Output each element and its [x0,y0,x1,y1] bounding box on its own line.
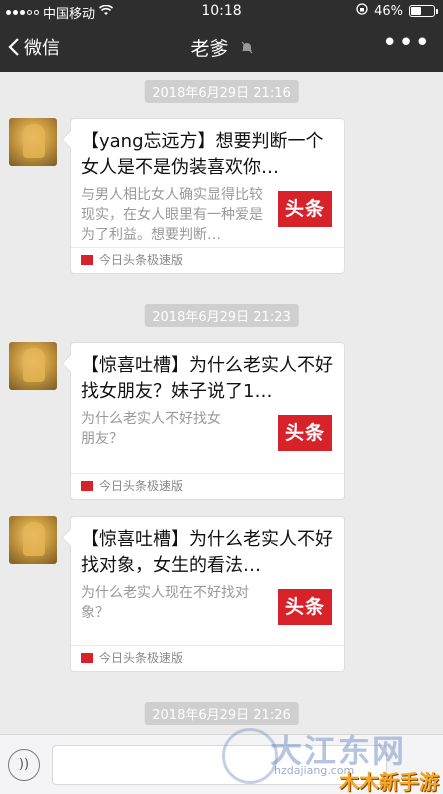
toutiao-logo: 头条 [278,589,332,625]
article-card[interactable]: 【惊喜吐槽】为什么老实人不好找对象，女生的看法… 为什么老实人现在不好找对象？ … [70,516,345,672]
article-source: 今日头条极速版 [71,645,344,671]
nav-bar: 微信 老爹 ••• [0,22,443,72]
avatar[interactable] [9,342,57,390]
toutiao-mini-icon [81,480,93,491]
mute-bell-icon [241,41,253,58]
article-source: 今日头条极速版 [71,473,344,499]
article-desc: 与男人相比女人确实显得比较现实，在女人眼里有一种爱是为了利益。想要判断… [81,187,263,243]
article-title: 【yang忘远方】想要判断一个女人是不是伪装喜欢你… [81,131,324,178]
article-title: 【惊喜吐槽】为什么老实人不好找对象，女生的看法… [81,529,333,576]
source-label: 今日头条极速版 [99,651,184,665]
avatar[interactable] [9,118,57,166]
status-bar: 中国移动 10:18 46% [0,0,443,22]
timestamp: 2018年6月29日 21:23 [144,304,299,327]
chat-area[interactable]: 2018年6月29日 21:16 【yang忘远方】想要判断一个女人是不是伪装喜… [0,72,443,734]
toutiao-mini-icon [81,652,93,663]
corner-watermark: 木木新手游 [339,770,439,794]
article-desc: 为什么老实人现在不好找对象？ [81,585,249,621]
chat-title: 老爹 [0,34,443,61]
article-card[interactable]: 【惊喜吐槽】为什么老实人不好找女朋友？妹子说了1… 为什么老实人不好找女朋友？ … [70,342,345,500]
article-desc: 为什么老实人不好找女朋友？ [81,411,221,447]
source-label: 今日头条极速版 [99,253,184,267]
battery-icon [409,5,438,17]
chat-title-text: 老爹 [190,38,229,60]
voice-icon: )) [18,757,30,772]
more-button[interactable]: ••• [382,30,431,56]
battery-fill [411,7,421,15]
article-card[interactable]: 【yang忘远方】想要判断一个女人是不是伪装喜欢你… 与男人相比女人确实显得比较… [70,118,345,274]
source-label: 今日头条极速版 [99,479,184,493]
avatar[interactable] [9,516,57,564]
rotation-lock-icon [356,3,368,19]
timestamp: 2018年6月29日 21:16 [144,80,299,103]
battery-percent: 46% [374,3,403,19]
toutiao-mini-icon [81,254,93,265]
article-source: 今日头条极速版 [71,247,344,273]
toutiao-logo: 头条 [278,415,332,451]
status-right: 46% [356,3,438,19]
article-title: 【惊喜吐槽】为什么老实人不好找女朋友？妹子说了1… [81,355,333,402]
watermark: 大江东网 hzdajiang.com 木木新手游 [222,718,443,794]
toutiao-logo: 头条 [278,191,332,227]
voice-input-button[interactable]: )) [8,749,40,781]
